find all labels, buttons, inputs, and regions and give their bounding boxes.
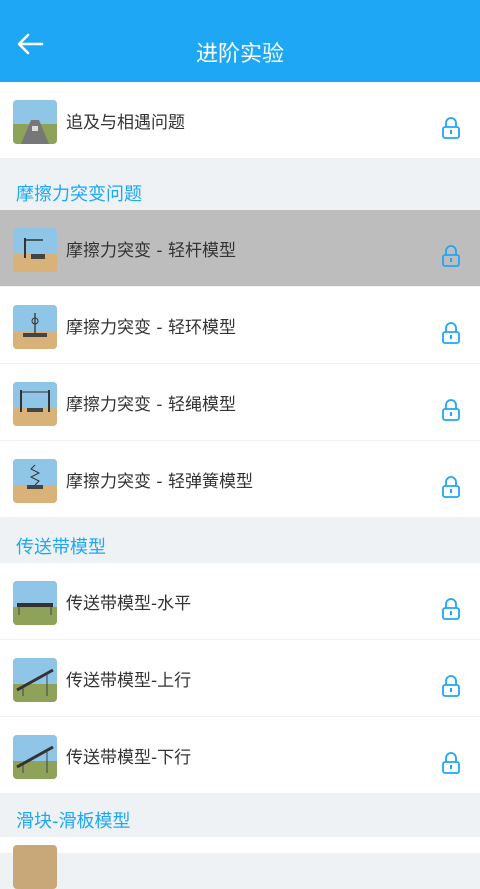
conveyor-down-thumbnail <box>13 735 57 779</box>
rope-thumbnail <box>13 382 57 426</box>
slider-thumbnail <box>13 845 57 889</box>
list-item-friction-ring[interactable]: 摩擦力突变 - 轻环模型 <box>0 287 480 363</box>
section-header: 滑块-滑板模型 <box>0 803 480 837</box>
item-label: 摩擦力突变 - 轻杆模型 <box>66 241 236 261</box>
road-thumbnail <box>13 100 57 144</box>
divider <box>0 517 480 529</box>
lock-icon <box>442 399 460 421</box>
list-item-conveyor-down[interactable]: 传送带模型-下行 <box>0 717 480 793</box>
section-header: 传送带模型 <box>0 529 480 563</box>
lock-icon <box>442 598 460 620</box>
list-item-partial[interactable] <box>0 837 480 889</box>
list-item-friction-rope[interactable]: 摩擦力突变 - 轻绳模型 <box>0 364 480 440</box>
item-label: 追及与相遇问题 <box>66 113 185 133</box>
lock-icon <box>442 322 460 344</box>
conveyor-horizontal-thumbnail <box>13 581 57 625</box>
app-header: 进阶实验 <box>0 0 480 82</box>
item-label: 摩擦力突变 - 轻环模型 <box>66 318 236 338</box>
lock-icon <box>442 675 460 697</box>
item-label: 摩擦力突变 - 轻绳模型 <box>66 395 236 415</box>
item-label: 传送带模型-水平 <box>66 594 192 614</box>
ring-thumbnail <box>13 305 57 349</box>
item-label: 传送带模型-下行 <box>66 748 192 768</box>
divider <box>0 793 480 803</box>
list-item-chase-meet[interactable]: 追及与相遇问题 <box>0 82 480 158</box>
list-item-conveyor-up[interactable]: 传送带模型-上行 <box>0 640 480 716</box>
item-label: 摩擦力突变 - 轻弹簧模型 <box>66 472 253 492</box>
lock-icon <box>442 752 460 774</box>
section-header: 摩擦力突变问题 <box>0 176 480 210</box>
list-item-conveyor-horizontal[interactable]: 传送带模型-水平 <box>0 563 480 639</box>
lock-icon <box>442 117 460 139</box>
divider <box>0 158 480 176</box>
list-item-friction-rod[interactable]: 摩擦力突变 - 轻杆模型 <box>0 210 480 286</box>
item-label: 传送带模型-上行 <box>66 671 192 691</box>
spring-thumbnail <box>13 459 57 503</box>
conveyor-up-thumbnail <box>13 658 57 702</box>
list-item-friction-spring[interactable]: 摩擦力突变 - 轻弹簧模型 <box>0 441 480 517</box>
lock-icon <box>442 476 460 498</box>
rod-thumbnail <box>13 228 57 272</box>
lock-icon <box>442 245 460 267</box>
page-title: 进阶实验 <box>195 42 284 67</box>
